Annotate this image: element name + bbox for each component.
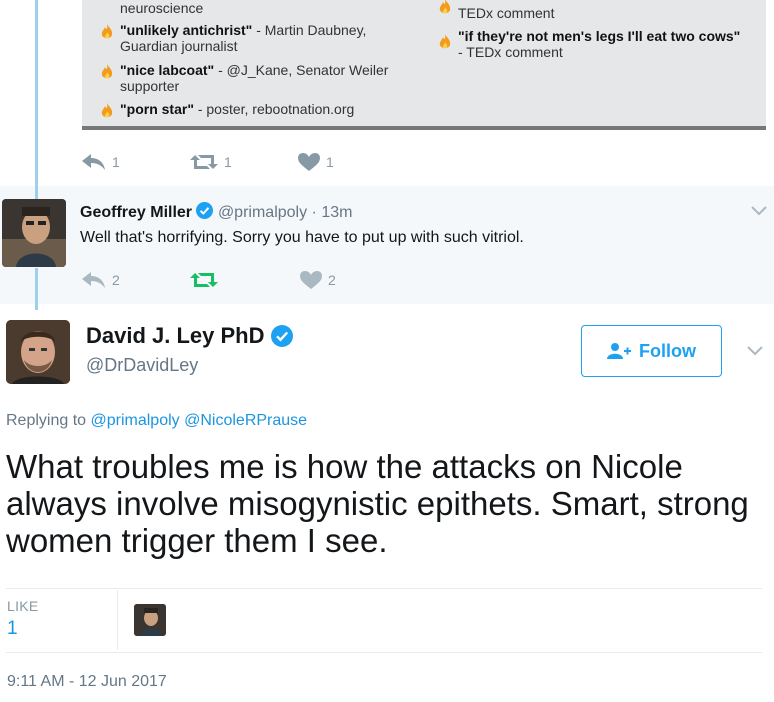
quote-item: "unlikely antichrist" - Martin Daubney, … (100, 22, 420, 54)
verified-icon (270, 325, 293, 347)
thread-connector-line (35, 186, 38, 200)
quote-item: neuroscience (100, 0, 203, 16)
like-action[interactable]: 1 (298, 153, 334, 171)
tweet-author[interactable]: David J. Ley PhD (86, 323, 293, 349)
quote-item: "nice labcoat" - @J_Kane, Senator Weiler… (100, 62, 420, 94)
flame-icon (101, 64, 113, 79)
quote-tail-text: neuroscience (120, 0, 204, 16)
reply-icon (82, 272, 105, 288)
quote-text: "if they're not men's legs I'll eat two … (458, 28, 741, 44)
quoted-image-card[interactable]: neuroscience "unlikely antichrist" - Mar… (82, 0, 766, 130)
flame-icon (439, 34, 451, 49)
like-action[interactable]: 2 (300, 271, 336, 289)
retweet-icon (190, 273, 218, 287)
author-name[interactable]: Geoffrey Miller (80, 204, 192, 221)
avatar-photo (6, 320, 70, 384)
flame-icon (439, 0, 451, 14)
reply-action[interactable]: 1 (82, 154, 190, 170)
quote-item: "if they're not men's legs I'll eat two … (438, 28, 740, 60)
avatar-photo (134, 604, 166, 636)
like-count-small: 1 (326, 154, 334, 170)
avatar[interactable] (6, 320, 70, 384)
replying-to: Replying to @primalpoly @NicoleRPrause (6, 412, 307, 430)
reply-author[interactable]: Geoffrey Miller @primalpoly · 13m (80, 202, 352, 222)
quote-text: "unlikely antichrist" (120, 22, 253, 38)
heart-icon (300, 271, 322, 289)
replying-prefix: Replying to (6, 412, 87, 429)
quote-item: "porn star" - poster, rebootnation.org (100, 101, 355, 118)
divider (6, 652, 762, 653)
liker-avatar[interactable] (134, 604, 166, 636)
avatar[interactable] (2, 199, 66, 267)
heart-icon (298, 153, 320, 171)
likes-label: LIKE (7, 598, 39, 614)
mention-link[interactable]: @primalpoly (91, 412, 180, 429)
avatar-photo (2, 199, 66, 267)
follow-person-icon (607, 343, 631, 359)
flame-icon (101, 103, 113, 118)
thread-connector-line (35, 268, 38, 310)
mention-link[interactable]: @NicoleRPrause (184, 412, 307, 429)
chevron-down-icon[interactable] (750, 205, 768, 217)
tweet-timestamp[interactable]: 9:11 AM - 12 Jun 2017 (7, 673, 167, 691)
divider (6, 588, 762, 589)
chevron-down-icon[interactable] (746, 345, 764, 357)
author-handle[interactable]: @primalpoly (218, 204, 307, 221)
reply-text: Well that's horrifying. Sorry you have t… (80, 229, 524, 246)
reply-count: 1 (112, 154, 120, 170)
reply-icon (82, 154, 105, 170)
reply-action[interactable]: 2 (82, 272, 190, 288)
tweet-actions: 1 1 1 (82, 153, 334, 171)
tweet-time[interactable]: · 13m (312, 204, 353, 221)
author-handle[interactable]: @DrDavidLey (86, 355, 198, 376)
quote-source: TEDx comment (458, 5, 555, 21)
reply-count: 2 (112, 272, 120, 288)
flame-icon (101, 24, 113, 39)
author-name[interactable]: David J. Ley PhD (86, 323, 265, 349)
quote-item: TEDx comment (438, 0, 555, 21)
tweet-actions: 2 2 (82, 271, 336, 289)
like-count-small: 2 (328, 272, 336, 288)
retweet-icon (190, 155, 218, 169)
quote-text: "porn star" (120, 101, 194, 117)
quote-text: "nice labcoat" (120, 62, 215, 78)
quote-source: - poster, rebootnation.org (193, 101, 355, 117)
likes-count[interactable]: 1 (7, 618, 18, 640)
divider (117, 590, 118, 650)
thread-connector-line (35, 0, 38, 196)
retweet-action[interactable]: 1 (190, 153, 298, 171)
follow-label: Follow (639, 340, 696, 361)
retweet-count: 1 (224, 154, 232, 170)
retweet-action[interactable] (190, 271, 300, 289)
verified-icon (196, 202, 214, 219)
follow-button[interactable]: Follow (581, 325, 722, 377)
quote-source: - TEDx comment (458, 44, 563, 60)
tweet-text: What troubles me is how the attacks on N… (6, 448, 749, 559)
